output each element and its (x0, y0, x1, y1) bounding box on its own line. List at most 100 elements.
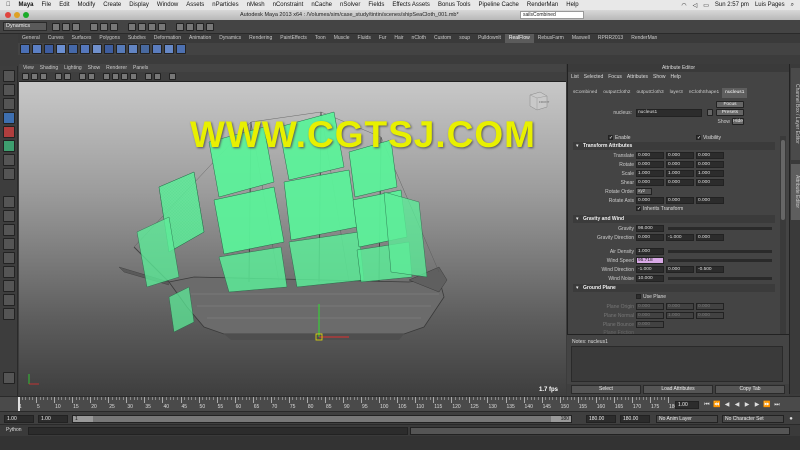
plane-bounce-field[interactable]: 0.000 (636, 321, 664, 328)
move-tool-icon[interactable] (3, 112, 15, 124)
shear-x-field[interactable]: 0.000 (636, 179, 664, 186)
visibility-checkbox[interactable]: ✓ Visibility (696, 135, 721, 141)
shelf-tab-muscle[interactable]: Muscle (330, 34, 354, 43)
shelf-tab-realflow[interactable]: RealFlow (504, 34, 534, 43)
camera-attributes-icon[interactable] (31, 73, 38, 80)
user-name[interactable]: Luis Pages (755, 2, 785, 9)
plane-normal-x-field[interactable]: 0.000 (636, 312, 664, 319)
translate-y-field[interactable]: 0.000 (666, 152, 694, 159)
viewport-menu-view[interactable]: View (23, 65, 34, 71)
shelf-tab-painteffects[interactable]: PaintEffects (276, 34, 311, 43)
snap-point-icon[interactable] (148, 23, 156, 31)
load-attributes-button[interactable]: Load Attributes (643, 385, 713, 394)
gravity-and-wind-section[interactable]: Gravity and Wind (573, 215, 775, 223)
textured-icon[interactable] (121, 73, 128, 80)
rotate-z-field[interactable]: 0.000 (696, 161, 724, 168)
select-tool-icon[interactable] (3, 70, 15, 82)
play-backward-icon[interactable]: ◀ (733, 401, 741, 409)
gravity-direction-z-field[interactable]: 0.000 (696, 234, 724, 241)
viewport-menu-panels[interactable]: Panels (133, 65, 148, 71)
realflow-scene-icon[interactable] (20, 44, 30, 54)
open-scene-icon[interactable] (62, 23, 70, 31)
shelf-tab-fluids[interactable]: Fluids (354, 34, 375, 43)
playback-start-field[interactable]: 1.00 (38, 415, 68, 423)
wind-direction-z-field[interactable]: -0.500 (696, 266, 724, 273)
new-scene-icon[interactable] (52, 23, 60, 31)
zoom-window-button[interactable] (23, 12, 29, 18)
snap-curve-icon[interactable] (138, 23, 146, 31)
scale-y-field[interactable]: 1.000 (666, 170, 694, 177)
shelf-tab-pulldownit[interactable]: Pulldownlt (474, 34, 505, 43)
two-pane-layout-icon[interactable] (3, 224, 15, 236)
shear-y-field[interactable]: 0.000 (666, 179, 694, 186)
current-frame-field[interactable]: 1.00 (675, 401, 699, 409)
shelf-tab-hair[interactable]: Hair (390, 34, 407, 43)
ae-menu-focus[interactable]: Focus (608, 74, 622, 80)
realflow-mesh-icon[interactable] (56, 44, 66, 54)
current-time-marker[interactable] (18, 397, 20, 411)
menu-modify[interactable]: Modify (78, 2, 96, 8)
plane-normal-y-field[interactable]: 1.000 (666, 312, 694, 319)
wind-speed-field[interactable]: 95.718 (636, 257, 664, 264)
air-density-slider[interactable] (668, 250, 772, 253)
shelf-tab-maxwell[interactable]: Maxwell (568, 34, 594, 43)
attribute-editor-tab[interactable]: Attribute Editor (791, 164, 800, 220)
uv-layout-icon[interactable] (3, 280, 15, 292)
camera-select-icon[interactable] (22, 73, 29, 80)
use-plane-checkbox[interactable]: Use Plane (636, 294, 666, 300)
graph-layout-icon[interactable] (3, 252, 15, 264)
shelf-tab-polygons[interactable]: Polygons (95, 34, 124, 43)
rotate-tool-icon[interactable] (3, 126, 15, 138)
clock[interactable]: Sun 2:57 pm (715, 2, 749, 9)
gravity-direction-x-field[interactable]: 0.000 (636, 234, 664, 241)
play-forward-icon[interactable]: ▶ (743, 401, 751, 409)
render-frame-icon[interactable] (186, 23, 194, 31)
ae-menu-attributes[interactable]: Attributes (627, 74, 648, 80)
auto-key-icon[interactable]: ● (787, 415, 795, 423)
rotate-axis-y-field[interactable]: 0.000 (666, 197, 694, 204)
end-time-field[interactable]: 180.00 (620, 415, 650, 423)
snap-grid-icon[interactable] (128, 23, 136, 31)
shelf-tab-ncloth[interactable]: nCloth (408, 34, 430, 43)
paint-select-icon[interactable] (3, 98, 15, 110)
gravity-slider[interactable] (668, 227, 772, 230)
menu-create[interactable]: Create (103, 2, 121, 8)
channel-box-tab[interactable]: Channel Box / Layer Editor (791, 68, 800, 160)
menu-effects-assets[interactable]: Effects Assets (392, 2, 430, 8)
range-bar[interactable]: 1 180 (72, 415, 572, 423)
go-to-start-icon[interactable]: ⏮ (703, 401, 711, 409)
spotlight-search-icon[interactable]: ⌕ (791, 2, 794, 9)
step-forward-frame-icon[interactable]: ▶︎ (753, 401, 761, 409)
manipulator-tool-icon[interactable] (3, 154, 15, 166)
menu-bonus-tools[interactable]: Bonus Tools (438, 2, 471, 8)
menu-ncache[interactable]: nCache (311, 2, 332, 8)
shelf-tab-rendering[interactable]: Rendering (245, 34, 276, 43)
scale-tool-icon[interactable] (3, 140, 15, 152)
viewport-menu-show[interactable]: Show (88, 65, 101, 71)
step-back-frame-icon[interactable]: ◀︎ (723, 401, 731, 409)
viewport-menu-lighting[interactable]: Lighting (64, 65, 82, 71)
rotate-axis-z-field[interactable]: 0.000 (696, 197, 724, 204)
four-pane-layout-icon[interactable] (3, 210, 15, 222)
tab-layer3[interactable]: layer3 (667, 88, 686, 98)
selection-name-field[interactable]: sailsCombined (520, 11, 584, 19)
wind-direction-x-field[interactable]: -1.000 (636, 266, 664, 273)
realflow-object-icon[interactable] (80, 44, 90, 54)
wifi-icon[interactable]: ◠ (681, 2, 686, 9)
enable-checkbox[interactable]: ✓ Enable (608, 135, 631, 141)
scrollbar-thumb[interactable] (781, 140, 785, 220)
scale-z-field[interactable]: 1.000 (696, 170, 724, 177)
shadows-icon[interactable] (145, 73, 152, 80)
presets-button[interactable]: Presets (716, 109, 744, 116)
realflow-export-icon[interactable] (128, 44, 138, 54)
resolution-gate-icon[interactable] (88, 73, 95, 80)
air-density-field[interactable]: 1.000 (636, 248, 664, 255)
menu-nsolver[interactable]: nSolver (340, 2, 360, 8)
inherits-transform-checkbox[interactable]: ✓ Inherits Transform (636, 206, 683, 212)
anim-layer-dropdown[interactable]: No Anim Layer (656, 415, 718, 423)
shelf-tab-general[interactable]: General (18, 34, 44, 43)
select-object-icon[interactable] (100, 23, 108, 31)
image-plane-icon[interactable] (55, 73, 62, 80)
range-end-handle[interactable]: 180 (551, 416, 571, 422)
smooth-shade-icon[interactable] (112, 73, 119, 80)
